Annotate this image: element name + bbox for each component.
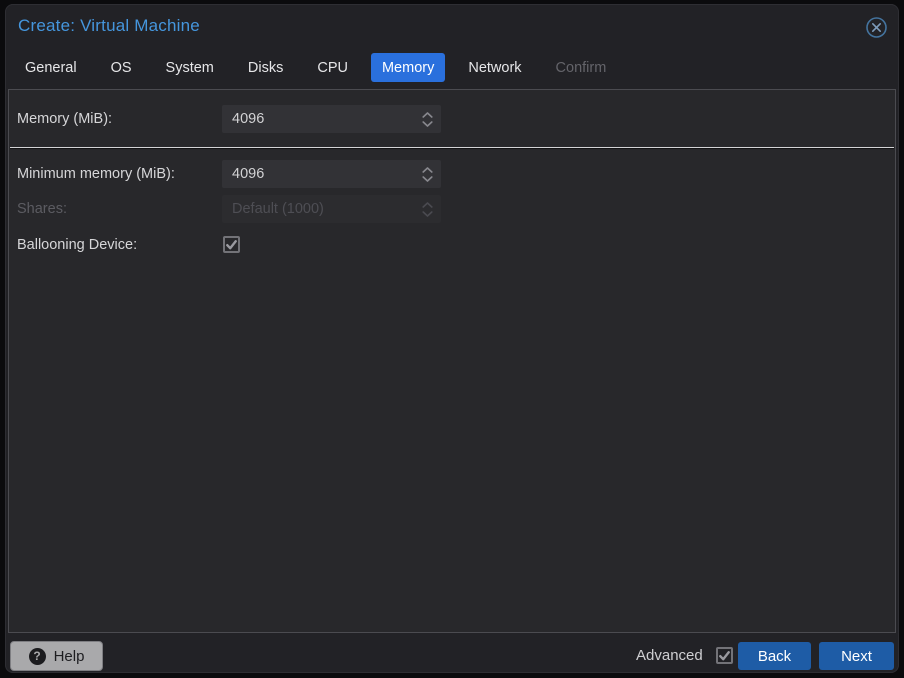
shares-value: Default (1000): [232, 201, 324, 217]
close-icon[interactable]: [865, 16, 888, 39]
tab-memory[interactable]: Memory: [370, 53, 446, 82]
next-button[interactable]: Next: [819, 642, 894, 670]
checkmark-icon: [719, 650, 730, 660]
memory-spinner[interactable]: [419, 111, 435, 127]
minimum-memory-input[interactable]: 4096: [222, 160, 441, 188]
create-vm-dialog: Create: Virtual Machine General OS Syste…: [5, 4, 899, 673]
memory-form-panel: Memory (MiB): 4096 Minimum memory (MiB):…: [8, 89, 896, 633]
minimum-memory-label: Minimum memory (MiB):: [17, 166, 175, 182]
memory-value: 4096: [232, 111, 265, 127]
chevron-down-icon[interactable]: [421, 120, 433, 127]
dialog-title: Create: Virtual Machine: [18, 16, 200, 35]
chevron-up-icon: [421, 201, 433, 208]
question-mark-icon: ?: [28, 647, 46, 665]
back-button[interactable]: Back: [738, 642, 811, 670]
memory-input[interactable]: 4096: [222, 105, 441, 133]
chevron-up-icon[interactable]: [421, 111, 433, 118]
ballooning-device-checkbox[interactable]: [223, 236, 240, 253]
chevron-up-icon[interactable]: [421, 166, 433, 173]
advanced-checkbox-wrap: [716, 647, 733, 664]
shares-label: Shares:: [17, 201, 67, 217]
ballooning-device-label: Ballooning Device:: [17, 237, 138, 253]
memory-label: Memory (MiB):: [17, 111, 113, 127]
shares-input: Default (1000): [222, 195, 441, 223]
section-separator: [10, 147, 894, 148]
minimum-memory-spinner[interactable]: [419, 166, 435, 182]
help-button-label: Help: [53, 647, 85, 665]
dialog-footer: ? Help Advanced Back Next: [5, 634, 899, 673]
tab-cpu[interactable]: CPU: [306, 53, 359, 82]
tab-os[interactable]: OS: [100, 53, 143, 82]
wizard-tab-bar: General OS System Disks CPU Memory Netwo…: [14, 53, 617, 82]
tab-disks[interactable]: Disks: [237, 53, 294, 82]
advanced-checkbox[interactable]: [716, 647, 733, 664]
checkmark-icon: [226, 239, 237, 249]
help-button[interactable]: ? Help: [10, 641, 103, 671]
minimum-memory-value: 4096: [232, 166, 265, 182]
chevron-down-icon: [421, 210, 433, 217]
tab-network[interactable]: Network: [457, 53, 532, 82]
tab-confirm: Confirm: [555, 59, 607, 76]
tab-general[interactable]: General: [14, 53, 88, 82]
tab-system[interactable]: System: [155, 53, 225, 82]
advanced-label: Advanced: [636, 647, 703, 664]
shares-spinner: [419, 201, 435, 217]
chevron-down-icon[interactable]: [421, 175, 433, 182]
